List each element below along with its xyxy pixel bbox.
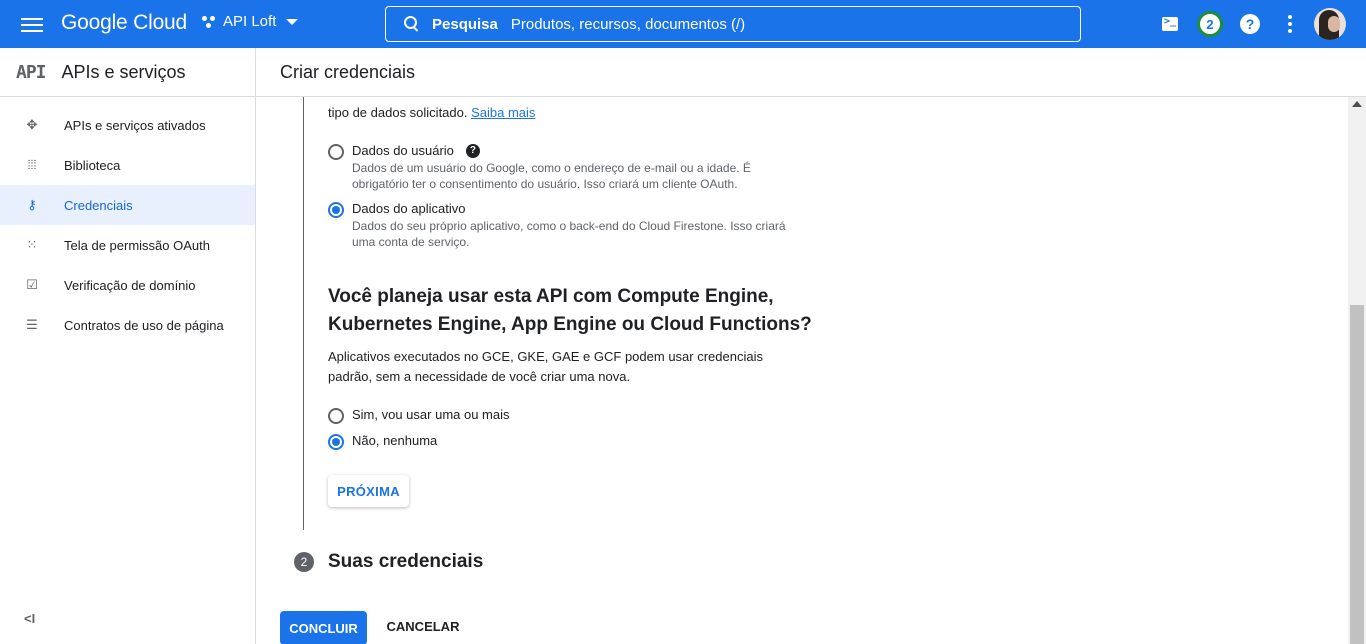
sidebar-item-label: Biblioteca [64,157,121,173]
search-icon [404,16,420,32]
top-app-bar: Google Cloud API Loft Pesquisa Produtos,… [0,0,1366,48]
sidebar-item-label: Tela de permissão OAuth [64,237,210,253]
scrollbar-thumb[interactable] [1350,305,1364,644]
sidebar-title: APIs e serviços [61,61,186,82]
next-button[interactable]: PRÓXIMA [328,475,409,507]
intro-text: tipo de dados solicitado. Saiba mais [328,105,535,120]
apis-icon: ✥ [26,117,38,132]
radio-user-data-label: Dados do usuário [352,143,454,158]
project-name: API Loft [223,13,277,30]
help-question-icon[interactable]: ? [465,143,480,158]
done-button[interactable]: CONCLUIR [280,611,367,644]
sidebar-item-page-usage[interactable]: ☰ Contratos de uso de página [0,305,255,345]
sidebar-item-library[interactable]: ⦙⦙⦙ Biblioteca [0,145,255,185]
cancel-button[interactable]: CANCELAR [380,611,466,641]
sidebar-item-label: Credenciais [64,197,133,213]
step-2-number: 2 [294,552,314,572]
sidebar-item-label: Verificação de domínio [64,277,196,293]
search-label: Pesquisa [432,15,498,33]
api-logo-icon: API [16,61,46,83]
page-header: Criar credenciais [256,48,1366,97]
project-icon [202,14,218,30]
library-icon: ⦙⦙⦙ [27,157,37,172]
learn-more-link[interactable]: Saiba mais [471,105,535,120]
domain-verification-icon: ☑ [26,277,38,292]
radio-app-data-label: Dados do aplicativo [352,201,466,216]
intro-text-label: tipo de dados solicitado. [328,105,468,120]
radio-engine-yes-control[interactable] [328,408,344,424]
step-2-header[interactable]: 2 Suas credenciais [294,551,483,573]
collapse-sidebar-icon[interactable]: <I [24,611,35,626]
radio-user-data-desc: Dados de um usuário do Google, como o en… [352,161,751,191]
main-content: tipo de dados solicitado. Saiba mais Dad… [256,97,1348,644]
radio-engine-no-label: Não, nenhuma [352,433,438,448]
sidebar-item-oauth-consent[interactable]: ⁙ Tela de permissão OAuth [0,225,255,265]
oauth-consent-icon: ⁙ [26,237,38,252]
radio-user-data[interactable]: Dados do usuário ? Dados de um usuário d… [328,143,792,192]
search-input[interactable]: Pesquisa Produtos, recursos, documentos … [385,6,1081,42]
chevron-down-icon [286,18,299,25]
radio-user-data-control[interactable] [328,144,344,160]
sidebar-item-apis[interactable]: ✥ APIs e serviços ativados [0,105,255,145]
sidebar-item-key[interactable]: ⚷ Credenciais [0,185,255,225]
key-icon: ⚷ [27,197,37,212]
question-desc: Aplicativos executados no GCE, GKE, GAE … [328,349,763,384]
page-usage-icon: ☰ [26,317,38,332]
stepper-line [303,97,304,530]
sidebar-item-label: APIs e serviços ativados [64,117,206,133]
radio-engine-no[interactable]: Não, nenhuma [328,433,437,450]
scrollbar[interactable] [1348,97,1366,644]
sidebar-item-domain-verification[interactable]: ☑ Verificação de domínio [0,265,255,305]
sidebar: API APIs e serviços ✥ APIs e serviços ati… [0,48,256,644]
scroll-up-arrow-icon[interactable] [1352,101,1362,107]
avatar[interactable] [1314,8,1346,40]
project-selector[interactable]: API Loft [202,13,299,30]
radio-engine-yes-label: Sim, vou usar uma ou mais [352,407,510,422]
help-icon[interactable]: ? [1238,12,1262,36]
page-title: Criar credenciais [280,61,416,82]
question-title: Você planeja usar esta API com Compute E… [328,286,812,335]
sidebar-header: API APIs e serviços [0,48,255,97]
radio-app-data-control[interactable] [328,202,344,218]
sidebar-nav: ✥ APIs e serviços ativados ⦙⦙⦙ Biblioteca ⚷ C… [0,105,255,345]
cloud-shell-icon[interactable] [1158,12,1182,36]
more-options-icon[interactable] [1278,12,1302,36]
radio-engine-no-control[interactable] [328,434,344,450]
menu-icon[interactable] [20,14,44,34]
radio-engine-yes[interactable]: Sim, vou usar uma ou mais [328,407,510,424]
step-2-label: Suas credenciais [328,551,484,572]
sidebar-item-label: Contratos de uso de página [64,317,224,333]
google-cloud-logo[interactable]: Google Cloud [61,11,187,35]
radio-app-data-desc: Dados do seu próprio aplicativo, como o … [352,219,786,249]
search-placeholder: Produtos, recursos, documentos (/) [510,15,746,33]
radio-app-data[interactable]: Dados do aplicativo Dados do seu próprio… [328,201,792,250]
notifications-badge[interactable]: 2 [1197,11,1223,37]
